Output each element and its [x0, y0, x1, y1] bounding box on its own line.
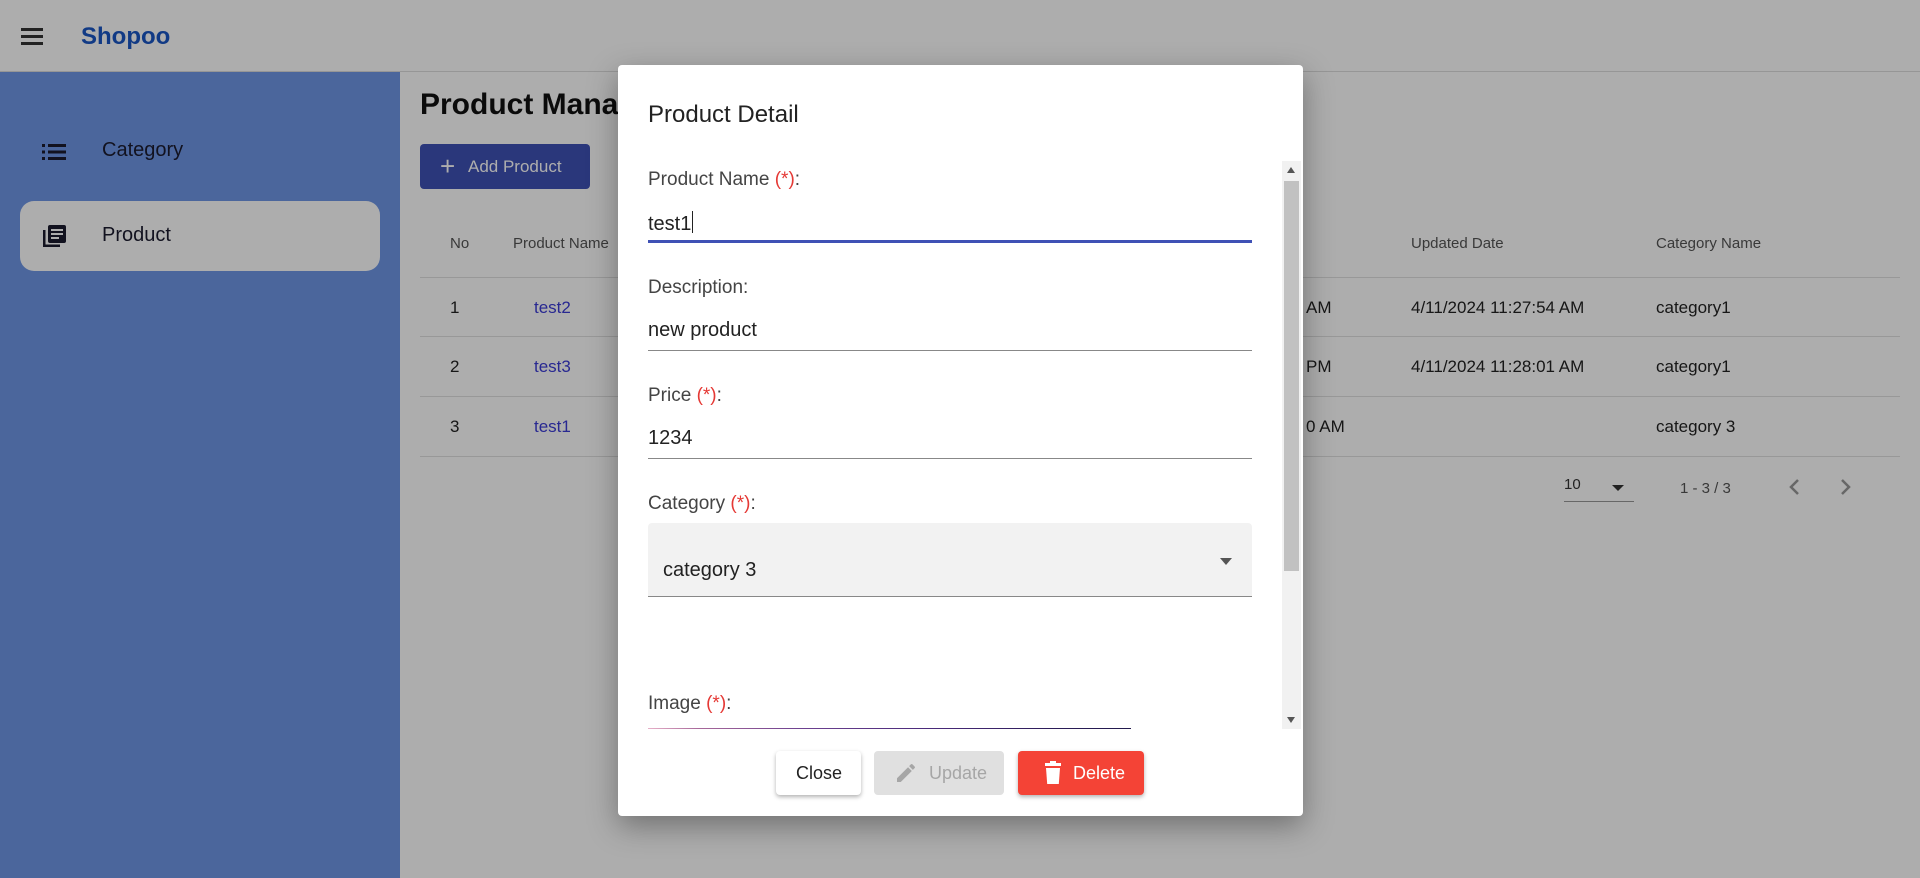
scrollbar-thumb[interactable] — [1284, 181, 1299, 571]
chevron-down-icon — [1220, 558, 1232, 565]
product-name-label: Product Name (*): — [648, 169, 801, 190]
category-select-value: category 3 — [663, 559, 757, 581]
required-marker: (*) — [696, 385, 717, 406]
scroll-up-arrow-icon[interactable] — [1287, 167, 1295, 173]
scroll-down-arrow-icon[interactable] — [1287, 717, 1295, 723]
product-name-input[interactable]: test1 — [648, 203, 1252, 243]
delete-button[interactable]: Delete — [1018, 751, 1144, 795]
dialog-body: Product Name (*): test1 Description: new… — [648, 161, 1274, 729]
required-marker: (*) — [774, 169, 795, 190]
description-input[interactable]: new product — [648, 311, 1252, 351]
close-button[interactable]: Close — [776, 751, 861, 795]
price-label: Price (*): — [648, 385, 722, 406]
price-input[interactable]: 1234 — [648, 419, 1252, 459]
category-select[interactable]: category 3 — [648, 523, 1252, 597]
pencil-icon — [897, 763, 915, 782]
product-image-preview — [648, 728, 1131, 729]
product-detail-dialog: Product Detail Product Name (*): test1 D… — [618, 65, 1303, 816]
category-label: Category (*): — [648, 493, 756, 514]
required-marker: (*) — [730, 493, 751, 514]
close-button-label: Close — [796, 763, 843, 783]
update-button[interactable]: Update — [874, 751, 1004, 795]
image-label: Image (*): — [648, 693, 732, 714]
dialog-title: Product Detail — [648, 101, 799, 128]
delete-button-label: Delete — [1073, 763, 1126, 783]
update-button-label: Update — [929, 763, 988, 783]
required-marker: (*) — [706, 693, 727, 714]
dialog-scrollbar[interactable] — [1282, 161, 1301, 729]
trash-icon — [1045, 761, 1061, 784]
description-label: Description: — [648, 277, 749, 298]
